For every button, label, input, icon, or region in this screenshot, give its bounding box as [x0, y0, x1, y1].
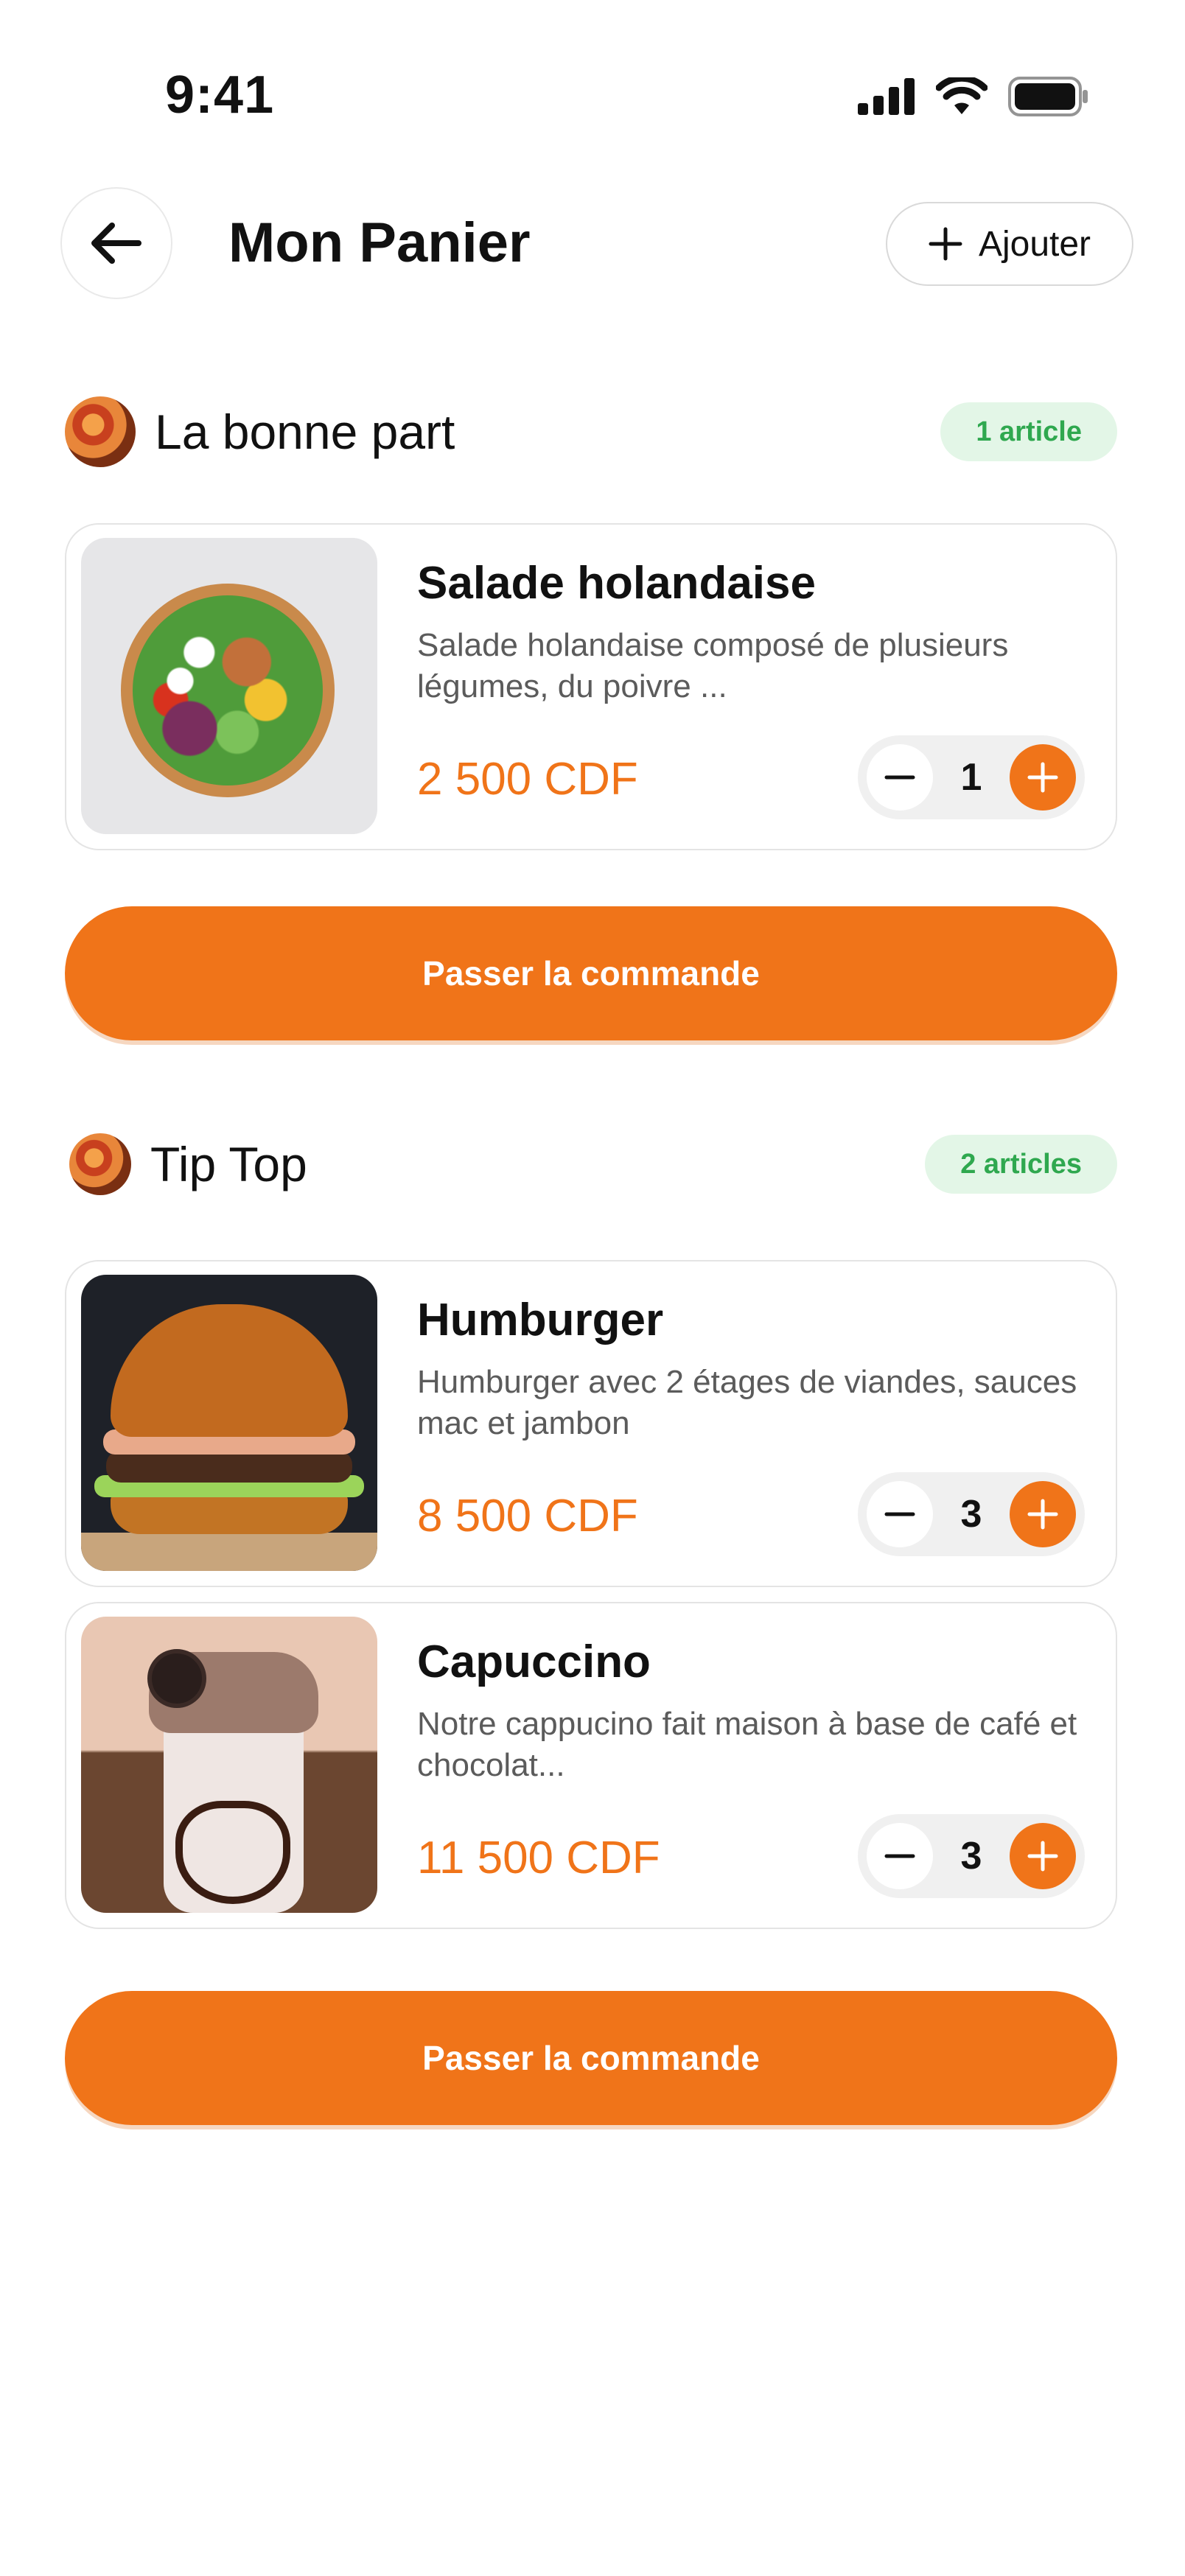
- signal-icon: [858, 78, 915, 115]
- status-icons: [858, 77, 1089, 116]
- item-description: Salade holandaise composé de plusieurs l…: [417, 627, 1009, 704]
- wifi-icon: [936, 77, 988, 114]
- cart-screen: 9:41 Mon Panier Ajouter La bonne part 1 …: [0, 0, 1185, 2576]
- add-button-label: Ajouter: [978, 224, 1091, 264]
- item-name: Salade holandaise: [417, 558, 816, 609]
- quantity-value: 3: [960, 1835, 982, 1877]
- restaurant-avatar: [69, 1133, 131, 1195]
- arrow-left-icon: [91, 223, 141, 264]
- item-name: Humburger: [417, 1295, 664, 1345]
- cart-item-card[interactable]: Humburger Humburger avec 2 étages de via…: [65, 1260, 1117, 1587]
- plus-icon: [1027, 1499, 1058, 1530]
- item-count-badge: 2 articles: [925, 1135, 1117, 1194]
- place-order-button[interactable]: Passer la commande: [65, 1991, 1117, 2125]
- quantity-stepper: 3: [858, 1814, 1085, 1898]
- minus-icon: [884, 775, 915, 780]
- increase-button[interactable]: [1009, 1823, 1076, 1889]
- increase-button[interactable]: [1009, 744, 1076, 811]
- place-order-button[interactable]: Passer la commande: [65, 906, 1117, 1040]
- minus-icon: [884, 1854, 915, 1858]
- plus-icon: [1027, 1841, 1058, 1872]
- item-price: 8 500 CDF: [417, 1491, 638, 1541]
- item-image: [81, 538, 377, 834]
- restaurant-header: La bonne part 1 article: [65, 395, 1117, 469]
- quantity-value: 3: [960, 1493, 982, 1536]
- page-title: Mon Panier: [228, 211, 531, 274]
- cart-item-card[interactable]: Capuccino Notre cappucino fait maison à …: [65, 1602, 1117, 1929]
- item-price: 2 500 CDF: [417, 754, 638, 805]
- decrease-button[interactable]: [867, 1823, 933, 1889]
- battery-icon: [1008, 77, 1088, 116]
- cart-item-card[interactable]: Salade holandaise Salade holandaise comp…: [65, 523, 1117, 850]
- quantity-stepper: 1: [858, 735, 1085, 819]
- decrease-button[interactable]: [867, 1481, 933, 1547]
- back-button[interactable]: [60, 187, 172, 299]
- restaurant-name: Tip Top: [150, 1137, 307, 1191]
- quantity-stepper: 3: [858, 1472, 1085, 1556]
- add-button[interactable]: Ajouter: [886, 202, 1133, 286]
- item-description: Notre cappucino fait maison à base de ca…: [417, 1706, 1077, 1783]
- minus-icon: [884, 1512, 915, 1516]
- decrease-button[interactable]: [867, 744, 933, 811]
- quantity-value: 1: [960, 756, 982, 799]
- status-time: 9:41: [165, 66, 275, 125]
- item-price: 11 500 CDF: [417, 1833, 660, 1883]
- item-name: Capuccino: [417, 1637, 651, 1687]
- item-count-badge: 1 article: [940, 402, 1117, 461]
- restaurant-avatar: [65, 396, 136, 467]
- increase-button[interactable]: [1009, 1481, 1076, 1547]
- restaurant-header: Tip Top 2 articles: [65, 1127, 1117, 1201]
- restaurant-name: La bonne part: [155, 405, 455, 459]
- item-image: [81, 1275, 377, 1571]
- item-description: Humburger avec 2 étages de viandes, sauc…: [417, 1364, 1077, 1441]
- plus-icon: [1027, 762, 1058, 793]
- item-image: [81, 1617, 377, 1913]
- plus-icon: [929, 227, 962, 261]
